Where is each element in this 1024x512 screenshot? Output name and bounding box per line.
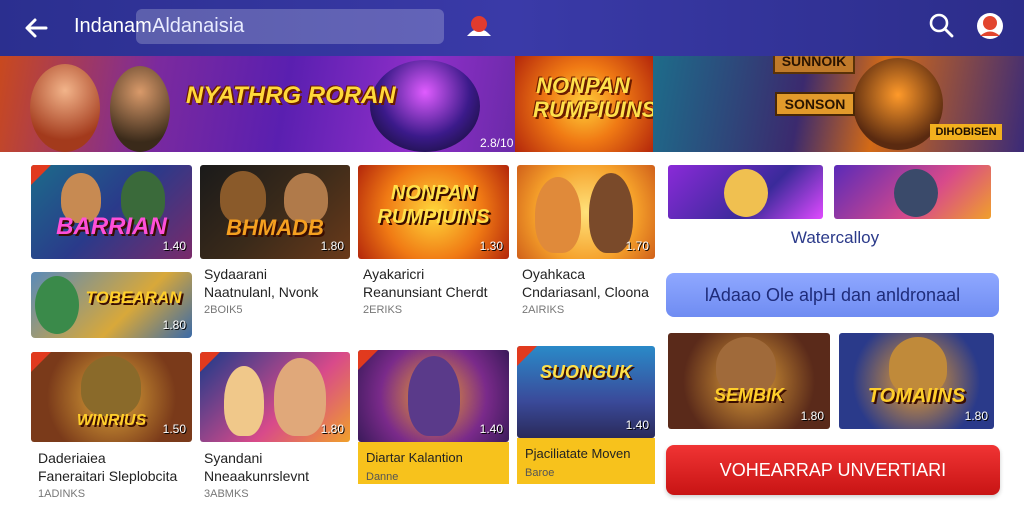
- corner-ribbon: [200, 352, 220, 372]
- game-title: NONPAN RUMPIUINS: [377, 182, 490, 228]
- rating-badge: 1.80: [162, 318, 186, 332]
- game-name: Diartar Kalantion: [366, 450, 463, 465]
- game-subtitle: Cndariasanl, Cloona: [522, 284, 649, 300]
- primary-action-button[interactable]: lAdaao Ole alpH dan anldronaal: [666, 273, 999, 317]
- promo-title: SEMBIK: [713, 385, 784, 405]
- game-card[interactable]: 1.70: [517, 165, 655, 259]
- avatar-icon[interactable]: [976, 12, 1004, 40]
- top-app-bar: Indanam Aldanaisia: [0, 0, 1024, 56]
- rating-badge: 1.40: [625, 418, 649, 432]
- corner-ribbon: [358, 350, 378, 370]
- game-card[interactable]: 1.40: [358, 350, 509, 442]
- banner-tag: SUNNOIK: [773, 56, 855, 74]
- game-title: SUONGUK: [539, 362, 632, 382]
- game-meta: Danne: [366, 471, 399, 483]
- promo-thumb[interactable]: [668, 165, 823, 219]
- game-card[interactable]: TOBEARAN 1.80: [31, 272, 192, 338]
- rating-badge: 1.80: [320, 422, 344, 436]
- rating-badge: 1.40: [162, 239, 186, 253]
- rating-badge: 1.80: [800, 409, 824, 423]
- game-subtitle: Naatnulanl, Nvonk: [204, 284, 319, 300]
- banner-title: NYATHRG RORAN: [186, 82, 396, 109]
- banner-title: NONPAN RUMPIUINS: [533, 73, 657, 122]
- game-card[interactable]: 1.80: [200, 352, 350, 442]
- promo-title: TOMAIINS: [867, 385, 966, 407]
- rating-badge: 1.80: [964, 409, 988, 423]
- back-arrow-icon[interactable]: [20, 12, 52, 44]
- promo-card[interactable]: SEMBIK 1.80: [668, 333, 830, 429]
- rating-badge: 1.70: [625, 239, 649, 253]
- promo-card[interactable]: TOMAIINS 1.80: [839, 333, 994, 429]
- character-figure: [408, 356, 460, 436]
- game-info[interactable]: Oyahkaca Cndariasanl, Cloona 2AIRIKS: [522, 266, 649, 316]
- character-figure: [535, 177, 581, 253]
- game-meta: 2AIRIKS: [522, 304, 565, 316]
- section-subtitle: Watercalloy: [790, 228, 880, 247]
- notification-icon[interactable]: [464, 12, 494, 40]
- game-name: Ayakaricri: [363, 266, 425, 282]
- game-name: Daderiaiea: [38, 450, 106, 466]
- corner-ribbon: [31, 352, 51, 372]
- search-input[interactable]: Aldanaisia: [136, 9, 444, 44]
- game-subtitle: Reanunsiant Cherdt: [363, 284, 488, 300]
- game-title: BARRIAN: [56, 213, 167, 240]
- character-figure: [224, 366, 264, 436]
- game-meta: 2BOIK5: [204, 304, 243, 316]
- character-figure: [274, 358, 326, 436]
- banner-slide-2[interactable]: NONPAN RUMPIUINS: [515, 56, 657, 152]
- rating-badge: 1.40: [479, 422, 503, 436]
- game-card[interactable]: NONPAN RUMPIUINS 1.30: [358, 165, 509, 259]
- game-info[interactable]: Sydaarani Naatnulanl, Nvonk 2BOIK5: [204, 266, 318, 316]
- game-info[interactable]: Diartar Kalantion Danne: [358, 442, 509, 484]
- banner-badge: 2.8/10: [480, 136, 514, 150]
- hero-figure: [30, 64, 100, 152]
- rating-badge: 1.30: [479, 239, 503, 253]
- character-figure: [894, 169, 938, 217]
- game-meta: 1ADINKS: [38, 488, 86, 500]
- character-figure: [724, 169, 768, 217]
- cta-button[interactable]: VOHEARRAP UNVERTIARI: [666, 445, 1000, 495]
- game-info[interactable]: Ayakaricri Reanunsiant Cherdt 2ERIKS: [363, 266, 488, 316]
- game-title: BHMADB: [226, 215, 324, 240]
- game-meta: 2ERIKS: [363, 304, 403, 316]
- game-info[interactable]: Pjaciliatate Moven Baroe: [517, 438, 655, 484]
- rating-badge: 1.50: [162, 422, 186, 436]
- game-name: Sydaarani: [204, 266, 268, 282]
- banner-tag: DIHOBISEN: [930, 124, 1002, 140]
- game-subtitle: Nneaakunrslevnt: [204, 468, 310, 484]
- hero-banner[interactable]: NYATHRG RORAN 2.8/10 NONPAN RUMPIUINS SU…: [0, 56, 1024, 152]
- game-meta: 3ABMKS: [204, 488, 249, 500]
- game-card[interactable]: BHMADB 1.80: [200, 165, 350, 259]
- character-figure: [35, 276, 79, 334]
- game-info[interactable]: Syandani Nneaakunrslevnt 3ABMKS: [204, 450, 309, 500]
- game-subtitle: Faneraitari Sleplobcita: [38, 468, 178, 484]
- search-icon[interactable]: [928, 12, 954, 38]
- corner-ribbon: [31, 165, 51, 185]
- promo-thumb[interactable]: [834, 165, 991, 219]
- rating-badge: 1.80: [320, 239, 344, 253]
- banner-slide-3[interactable]: SUNNOIK SONSON DIHOBISEN: [653, 56, 1024, 152]
- game-card[interactable]: SUONGUK 1.40: [517, 346, 655, 438]
- banner-slide-1[interactable]: NYATHRG RORAN 2.8/10: [0, 56, 515, 152]
- game-card[interactable]: WINRIUS 1.50: [31, 352, 192, 442]
- game-name: Pjaciliatate Moven: [525, 446, 631, 461]
- game-info[interactable]: Daderiaiea Faneraitari Sleplobcita 1ADIN…: [38, 450, 177, 500]
- hero-figure: [110, 66, 170, 152]
- game-card[interactable]: BARRIAN 1.40: [31, 165, 192, 259]
- character-figure: [81, 356, 141, 416]
- game-title: TOBEARAN: [85, 288, 182, 307]
- game-meta: Baroe: [525, 467, 555, 479]
- banner-tag: SONSON: [775, 92, 855, 116]
- game-name: Syandani: [204, 450, 263, 466]
- game-name: Oyahkaca: [522, 266, 586, 282]
